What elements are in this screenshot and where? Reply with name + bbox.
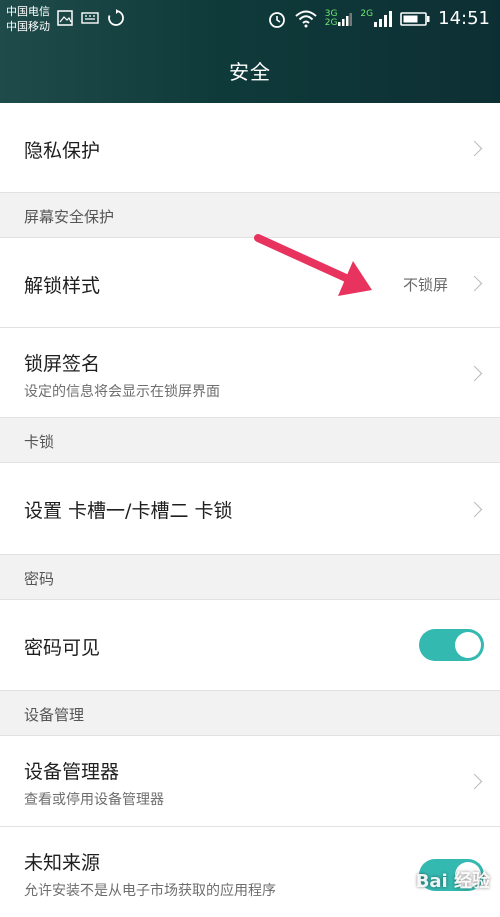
chevron-right-icon [466,275,483,292]
unlock-style-title: 解锁样式 [24,275,101,297]
chevron-right-icon [466,365,483,382]
image-icon [57,10,73,26]
battery-icon [400,11,430,26]
password-visible-title: 密码可见 [24,637,101,659]
status-carriers: 中国电信 中国移动 [6,4,50,34]
section-title: 卡锁 [24,433,55,451]
chevron-right-icon [466,773,483,790]
unlock-style-value: 不锁屏 [402,276,448,294]
carrier-1: 中国电信 [6,5,50,18]
lock-screen-signature-subtitle: 设定的信息将会显示在锁屏界面 [24,384,220,400]
alarm-icon [268,11,285,28]
sim-card-lock-title: 设置 卡槽一/卡槽二 卡锁 [24,500,233,522]
app-header: 中国电信 中国移动 3G 2G 2G 14:51 安全 [0,0,500,103]
section-header-device-management: 设备管理 [0,691,500,736]
lock-screen-signature-item[interactable]: 锁屏签名 设定的信息将会显示在锁屏界面 [0,328,500,418]
annotation-arrow [254,234,372,296]
lock-screen-signature-title: 锁屏签名 [24,353,101,375]
status-system-icons: 3G 2G 2G 14:51 [267,8,490,29]
settings-list: 隐私保护 屏幕安全保护 解锁样式 不锁屏 锁屏签名 设定的信息将会显示在锁屏界面… [0,103,500,917]
signal-group-1: 3G 2G [324,9,353,28]
signal-group-2: 2G [360,8,393,28]
device-manager-subtitle: 查看或停用设备管理器 [24,792,164,808]
unknown-sources-title: 未知来源 [24,852,101,874]
carrier-2: 中国移动 [6,20,50,33]
section-title: 密码 [24,570,55,588]
privacy-protection-item[interactable]: 隐私保护 [0,103,500,193]
chevron-right-icon [466,140,483,157]
password-visible-toggle[interactable] [419,629,484,661]
signal-icon [338,12,353,26]
toggle-knob [455,632,481,658]
watermark-logo: Bai 经验 [415,871,490,892]
section-title: 屏幕安全保护 [24,208,115,226]
privacy-protection-title: 隐私保护 [24,140,101,162]
section-header-card-lock: 卡锁 [0,418,500,463]
page-title: 安全 [229,60,271,84]
sync-icon [108,9,124,26]
chevron-right-icon [466,501,483,518]
clock: 14:51 [438,8,490,29]
section-title: 设备管理 [24,706,85,724]
signal-icon [374,10,393,27]
unknown-sources-subtitle: 允许安装不是从电子市场获取的应用程序 [24,883,276,899]
keyboard-icon [81,12,99,24]
sim-card-lock-item[interactable]: 设置 卡槽一/卡槽二 卡锁 [0,463,500,555]
section-header-password: 密码 [0,555,500,600]
device-manager-title: 设备管理器 [24,761,120,783]
device-manager-item[interactable]: 设备管理器 查看或停用设备管理器 [0,736,500,827]
network-type-label: 2G [360,8,374,19]
network-type-label: 2G [324,17,338,28]
wifi-icon [295,10,317,27]
status-notification-icons [57,9,125,27]
password-visible-item: 密码可见 [0,600,500,691]
